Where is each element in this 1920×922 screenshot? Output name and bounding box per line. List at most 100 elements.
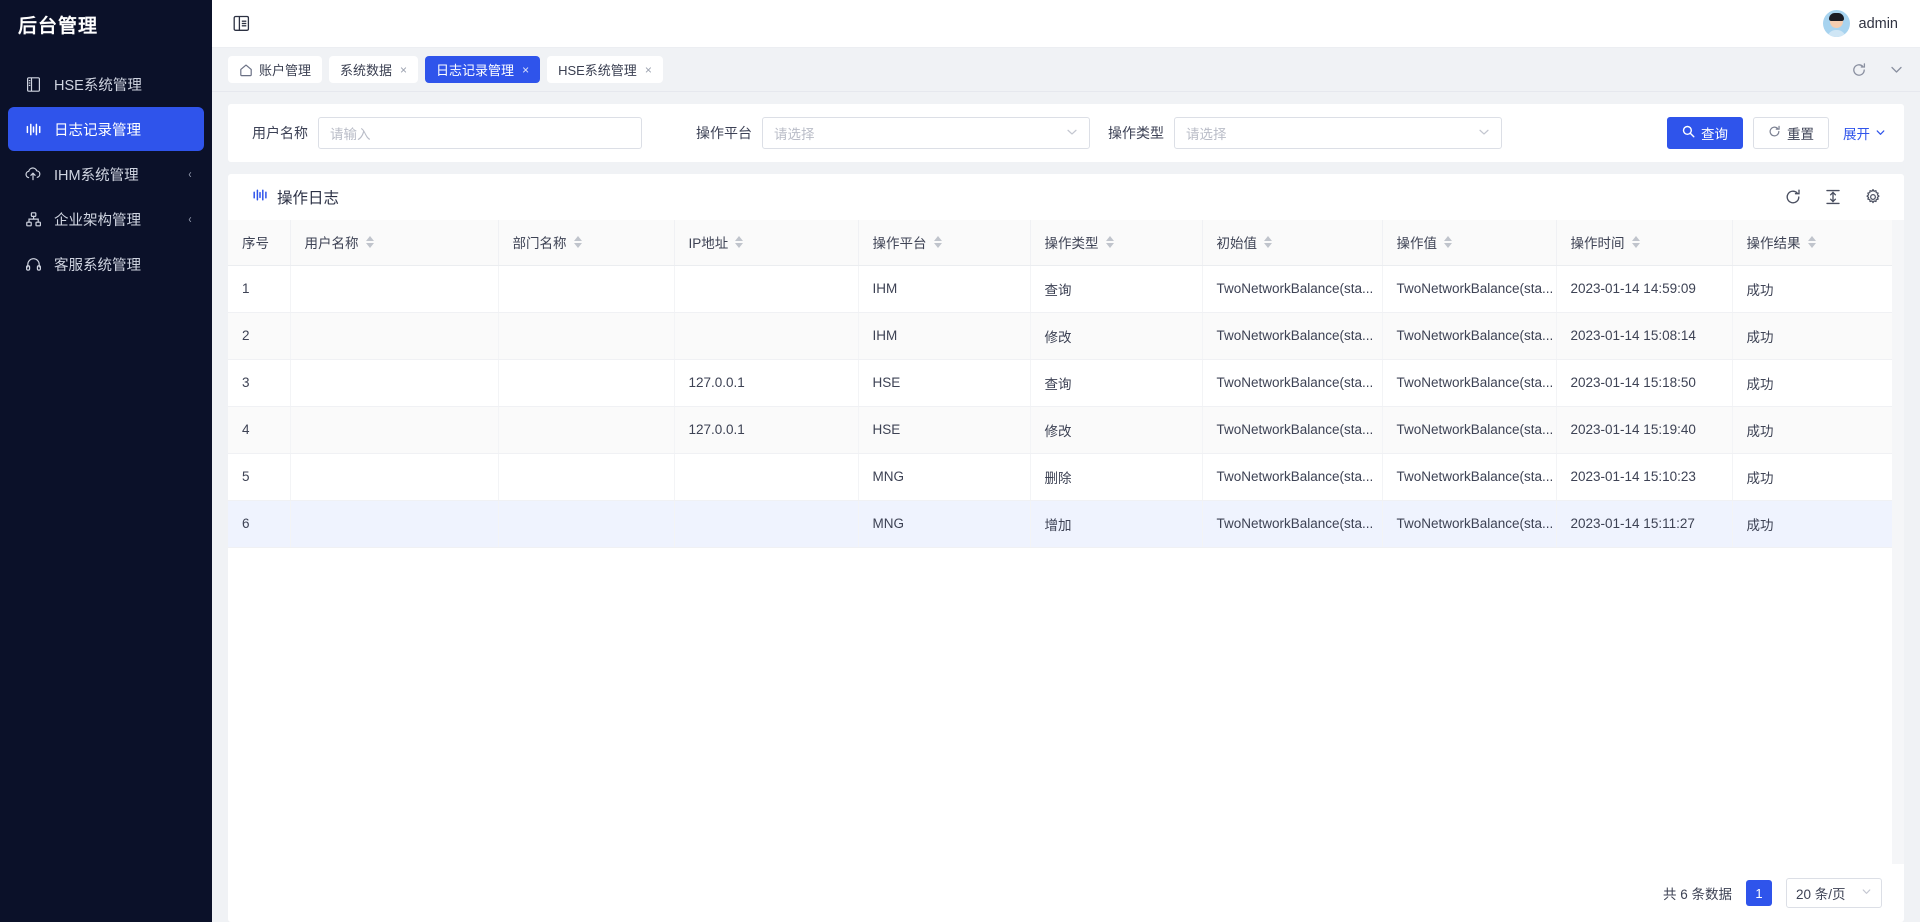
tab-close-icon[interactable]: × bbox=[400, 64, 407, 76]
cell-username bbox=[290, 312, 499, 360]
sort-icon[interactable] bbox=[1444, 236, 1452, 249]
field-optype: 操作类型 请选择 bbox=[1108, 117, 1502, 149]
tab-close-icon[interactable]: × bbox=[645, 64, 652, 76]
tab-1[interactable]: 账户管理 bbox=[228, 56, 323, 83]
field-optype-label: 操作类型 bbox=[1108, 125, 1164, 141]
sort-icon[interactable] bbox=[573, 236, 582, 249]
chevron-down-icon bbox=[1861, 886, 1872, 900]
cell-newvalue: TwoNetworkBalance(sta... bbox=[1382, 406, 1557, 454]
column-header-newvalue[interactable]: 操作值 bbox=[1382, 220, 1557, 266]
cell-dept bbox=[498, 312, 675, 360]
cell-newvalue: TwoNetworkBalance(sta... bbox=[1382, 265, 1557, 313]
cell-dept bbox=[498, 453, 675, 501]
pagination: 共 6 条数据 1 20 条/页 bbox=[228, 864, 1904, 922]
sidebar-item-2[interactable]: 日志记录管理 bbox=[8, 107, 204, 151]
search-input-username[interactable]: 请输入 bbox=[318, 117, 642, 149]
sidebar-item-label: HSE系统管理 bbox=[54, 77, 142, 94]
column-header-result[interactable]: 操作结果 bbox=[1732, 220, 1892, 266]
column-header-label: 操作值 bbox=[1396, 236, 1438, 252]
chevron-down-icon[interactable] bbox=[1889, 62, 1904, 77]
menu-fold-icon[interactable] bbox=[228, 11, 254, 37]
cell-optype: 查询 bbox=[1030, 265, 1203, 313]
table-row[interactable]: 6 MNG 增加 TwoNetworkBalance(sta... TwoNetwork… bbox=[228, 500, 1892, 548]
cell-newvalue: TwoNetworkBalance(sta... bbox=[1382, 500, 1557, 548]
table-row[interactable]: 1 IHM 查询 TwoNetworkBalance(sta... TwoNetwork… bbox=[228, 265, 1892, 313]
cell-ip: 127.0.0.1 bbox=[674, 359, 859, 407]
reset-button[interactable]: 重置 bbox=[1753, 117, 1829, 149]
vertical-scrollbar[interactable] bbox=[1892, 220, 1904, 864]
refresh-icon bbox=[1768, 125, 1781, 141]
cell-result: 成功 bbox=[1732, 500, 1892, 548]
column-header-time[interactable]: 操作时间 bbox=[1556, 220, 1733, 266]
column-header-username[interactable]: 用户名称 bbox=[290, 220, 499, 266]
cell-oldvalue: TwoNetworkBalance(sta... bbox=[1202, 406, 1383, 454]
cell-platform: IHM bbox=[858, 312, 1031, 360]
sidebar-item-4[interactable]: 企业架构管理 ‹ bbox=[8, 197, 204, 241]
table-row[interactable]: 4 127.0.0.1 HSE 修改 TwoNetworkBalance(sta... T… bbox=[228, 406, 1892, 454]
tab-4[interactable]: HSE系统管理 × bbox=[547, 56, 663, 83]
sort-icon[interactable] bbox=[933, 236, 942, 249]
cell-optype: 修改 bbox=[1030, 406, 1203, 454]
table-row[interactable]: 5 MNG 删除 TwoNetworkBalance(sta... TwoNetwork… bbox=[228, 453, 1892, 501]
sidebar-item-5[interactable]: 客服系统管理 bbox=[8, 242, 204, 286]
cell-result: 成功 bbox=[1732, 406, 1892, 454]
sort-icon[interactable] bbox=[1264, 236, 1272, 249]
gear-icon[interactable] bbox=[1864, 188, 1882, 206]
content-area: 用户名称 请输入 操作平台 请选择 操作类型 请选择 查询 重置 展开 操作日志… bbox=[212, 92, 1920, 922]
sidebar-item-3[interactable]: IHM系统管理 ‹ bbox=[8, 152, 204, 196]
waveform-icon bbox=[252, 187, 268, 208]
cell-ip bbox=[674, 453, 859, 501]
user-area[interactable]: admin bbox=[1822, 10, 1898, 37]
page-size-select[interactable]: 20 条/页 bbox=[1786, 878, 1882, 908]
sort-icon[interactable] bbox=[1105, 236, 1114, 249]
cell-dept bbox=[498, 406, 675, 454]
tab-2[interactable]: 系统数据 × bbox=[329, 56, 419, 83]
cell-time: 2023-01-14 15:19:40 bbox=[1556, 406, 1733, 454]
column-header-ip[interactable]: IP地址 bbox=[674, 220, 859, 266]
tab-close-icon[interactable]: × bbox=[522, 64, 529, 76]
table-header-row: 序号 用户名称 部门名称 IP地址 操作平台 操作类型 初始值 操作值 操作时间 操作结果 bbox=[228, 220, 1892, 266]
refresh-icon[interactable] bbox=[1851, 62, 1867, 78]
refresh-icon[interactable] bbox=[1784, 188, 1802, 206]
sort-icon[interactable] bbox=[735, 236, 744, 249]
cell-index: 3 bbox=[228, 359, 291, 407]
column-header-platform[interactable]: 操作平台 bbox=[858, 220, 1031, 266]
row-height-icon[interactable] bbox=[1824, 188, 1842, 206]
page-number-1[interactable]: 1 bbox=[1746, 880, 1772, 906]
cell-index: 2 bbox=[228, 312, 291, 360]
cell-oldvalue: TwoNetworkBalance(sta... bbox=[1202, 359, 1383, 407]
tab-3[interactable]: 日志记录管理 × bbox=[425, 56, 541, 83]
table-scroll-region: 序号 用户名称 部门名称 IP地址 操作平台 操作类型 初始值 操作值 操作时间 操作结果 1 IH… bbox=[228, 220, 1904, 864]
cell-username bbox=[290, 359, 499, 407]
select-optype[interactable]: 请选择 bbox=[1174, 117, 1502, 149]
column-header-optype[interactable]: 操作类型 bbox=[1030, 220, 1203, 266]
cell-newvalue: TwoNetworkBalance(sta... bbox=[1382, 312, 1557, 360]
search-input-username-placeholder: 请输入 bbox=[330, 127, 371, 142]
sidebar-item-label: IHM系统管理 bbox=[54, 167, 139, 184]
sort-icon[interactable] bbox=[1807, 236, 1816, 249]
column-header-label: 操作平台 bbox=[872, 236, 927, 252]
column-header-dept[interactable]: 部门名称 bbox=[498, 220, 675, 266]
search-button[interactable]: 查询 bbox=[1667, 117, 1743, 149]
select-platform[interactable]: 请选择 bbox=[762, 117, 1090, 149]
cell-username bbox=[290, 406, 499, 454]
expand-filters-link[interactable]: 展开 bbox=[1839, 123, 1886, 143]
column-header-label: 操作结果 bbox=[1746, 236, 1801, 252]
table-row[interactable]: 3 127.0.0.1 HSE 查询 TwoNetworkBalance(sta... T… bbox=[228, 359, 1892, 407]
cell-username bbox=[290, 265, 499, 313]
avatar bbox=[1822, 10, 1850, 37]
sidebar-item-1[interactable]: HSE系统管理 bbox=[8, 62, 204, 106]
cell-optype: 增加 bbox=[1030, 500, 1203, 548]
cell-newvalue: TwoNetworkBalance(sta... bbox=[1382, 453, 1557, 501]
column-header-oldvalue[interactable]: 初始值 bbox=[1202, 220, 1383, 266]
cell-time: 2023-01-14 14:59:09 bbox=[1556, 265, 1733, 313]
cell-result: 成功 bbox=[1732, 453, 1892, 501]
filter-actions: 查询 重置 展开 bbox=[1667, 117, 1886, 149]
cell-platform: IHM bbox=[858, 265, 1031, 313]
sort-icon[interactable] bbox=[365, 236, 374, 249]
table-row[interactable]: 2 IHM 修改 TwoNetworkBalance(sta... TwoNetwork… bbox=[228, 312, 1892, 360]
cell-newvalue: TwoNetworkBalance(sta... bbox=[1382, 359, 1557, 407]
chevron-down-icon bbox=[1065, 126, 1078, 141]
sort-icon[interactable] bbox=[1631, 236, 1640, 249]
cell-time: 2023-01-14 15:10:23 bbox=[1556, 453, 1733, 501]
